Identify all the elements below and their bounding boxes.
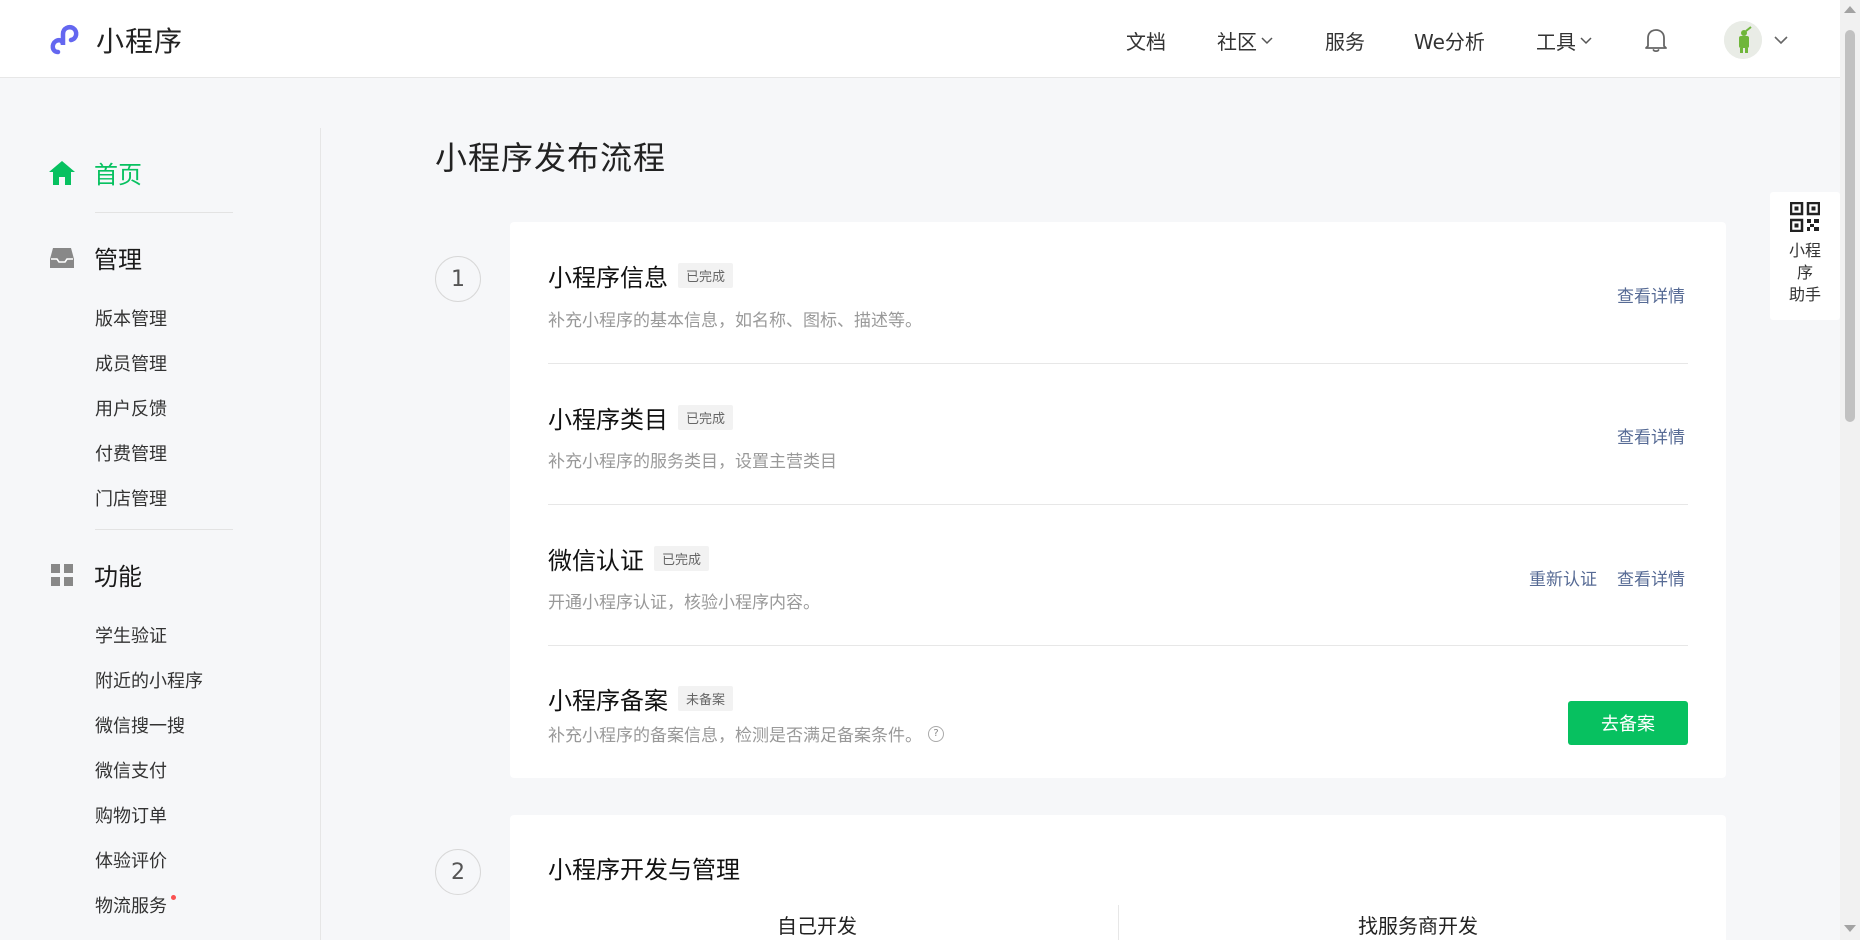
go-filing-button[interactable]: 去备案	[1568, 701, 1688, 745]
top-bar: 小程序 文档 社区 服务 We分析 工具	[0, 0, 1840, 78]
miniprogram-assistant-button[interactable]: 小程 序 助手	[1770, 192, 1840, 320]
home-icon	[48, 159, 76, 187]
avatar-icon	[1724, 21, 1762, 59]
sidebar-divider-h	[95, 212, 233, 213]
miniprogram-logo-icon	[50, 25, 79, 55]
sidebar-item-feedback[interactable]: 用户反馈	[95, 395, 167, 421]
sidebar-item-version[interactable]: 版本管理	[95, 305, 167, 331]
bell-icon	[1645, 29, 1667, 53]
nav-services-label: 服务	[1325, 30, 1365, 54]
step-number: 2	[435, 849, 481, 895]
tab-divider	[1118, 905, 1119, 940]
row-title: 小程序备案 未备案	[548, 681, 734, 716]
scrollbar-thumb[interactable]	[1845, 30, 1855, 422]
row-title-text: 小程序类目	[548, 406, 668, 434]
page-title: 小程序发布流程	[435, 139, 667, 177]
sidebar-item-stores[interactable]: 门店管理	[95, 485, 167, 511]
sidebar-manage[interactable]: 管理	[48, 240, 142, 275]
chevron-down-icon	[1580, 36, 1592, 44]
sidebar-item-orders[interactable]: 购物订单	[95, 802, 167, 828]
step1-card: 小程序信息 已完成 补充小程序的基本信息，如名称、图标、描述等。 查看详情 小程…	[510, 222, 1726, 778]
nav-docs-label: 文档	[1126, 30, 1166, 54]
avatar[interactable]	[1724, 21, 1762, 59]
process-row: 小程序备案 未备案 补充小程序的备案信息，检测是否满足备案条件。 ? 去备案	[548, 645, 1688, 778]
sidebar-item-wechat-search[interactable]: 微信搜一搜	[95, 712, 185, 738]
process-row: 微信认证 已完成 开通小程序认证，核验小程序内容。 重新认证 查看详情	[548, 504, 1688, 646]
sidebar-item-wechat-pay[interactable]: 微信支付	[95, 757, 167, 783]
scroll-up-arrow[interactable]	[1844, 6, 1856, 13]
re-certify-link[interactable]: 重新认证	[1529, 565, 1597, 590]
sidebar-divider	[320, 128, 321, 940]
help-icon[interactable]: ?	[928, 725, 944, 742]
sidebar-item-reviews[interactable]: 体验评价	[95, 847, 167, 873]
view-details-link[interactable]: 查看详情	[1617, 423, 1685, 448]
step-number: 1	[435, 256, 481, 302]
sidebar-home[interactable]: 首页	[48, 155, 142, 190]
view-details-link[interactable]: 查看详情	[1617, 565, 1685, 590]
row-description-text: 补充小程序的备案信息，检测是否满足备案条件。	[548, 726, 922, 746]
sidebar-item-logistics[interactable]: 物流服务	[95, 892, 176, 918]
sidebar-home-label: 首页	[94, 161, 142, 189]
sidebar-features[interactable]: 功能	[48, 557, 142, 592]
grid-icon	[48, 561, 76, 589]
step2-title: 小程序开发与管理	[548, 856, 740, 884]
row-title-text: 微信认证	[548, 547, 644, 575]
nav-tools[interactable]: 工具	[1536, 26, 1592, 55]
new-dot-badge	[171, 895, 176, 900]
row-description: 补充小程序的服务类目，设置主营类目	[548, 452, 837, 472]
logo[interactable]: 小程序	[48, 20, 183, 60]
account-menu-toggle[interactable]	[1774, 30, 1788, 49]
assistant-label-line: 小程	[1788, 241, 1821, 260]
process-row: 小程序信息 已完成 补充小程序的基本信息，如名称、图标、描述等。 查看详情	[548, 222, 1688, 364]
process-row: 小程序类目 已完成 补充小程序的服务类目，设置主营类目 查看详情	[548, 363, 1688, 505]
sidebar-manage-label: 管理	[94, 246, 142, 274]
status-badge: 未备案	[678, 686, 734, 711]
scroll-down-arrow[interactable]	[1844, 925, 1856, 932]
nav-community[interactable]: 社区	[1217, 26, 1273, 55]
row-title: 小程序类目 已完成	[548, 400, 734, 435]
assistant-label-line: 助手	[1788, 285, 1821, 304]
sidebar-features-label: 功能	[94, 563, 142, 591]
row-description: 开通小程序认证，核验小程序内容。	[548, 593, 820, 613]
chevron-down-icon	[1261, 36, 1273, 44]
tab-find-provider[interactable]: 找服务商开发	[1358, 910, 1478, 939]
chevron-down-icon	[1774, 36, 1788, 45]
sidebar-item-payment[interactable]: 付费管理	[95, 440, 167, 466]
sidebar-divider-h	[95, 529, 233, 530]
nav-we-analytics-label: We分析	[1414, 30, 1485, 54]
status-badge: 已完成	[654, 546, 710, 571]
sidebar-item-student-verify[interactable]: 学生验证	[95, 622, 167, 648]
nav-community-label: 社区	[1217, 30, 1257, 54]
sidebar-item-nearby[interactable]: 附近的小程序	[95, 667, 203, 693]
assistant-label: 小程 序 助手	[1770, 240, 1840, 306]
row-title-text: 小程序备案	[548, 687, 668, 715]
row-title: 微信认证 已完成	[548, 541, 710, 576]
view-details-link[interactable]: 查看详情	[1617, 282, 1685, 307]
row-title-text: 小程序信息	[548, 264, 668, 292]
row-description: 补充小程序的基本信息，如名称、图标、描述等。	[548, 311, 922, 331]
sidebar-item-logistics-label: 物流服务	[95, 896, 167, 917]
nav-we-analytics[interactable]: We分析	[1414, 26, 1485, 55]
assistant-label-line: 序	[1796, 263, 1813, 282]
inbox-icon	[48, 244, 76, 272]
row-description: 补充小程序的备案信息，检测是否满足备案条件。 ?	[548, 721, 944, 746]
qrcode-icon	[1789, 201, 1821, 233]
row-title: 小程序信息 已完成	[548, 258, 734, 293]
nav-services[interactable]: 服务	[1325, 26, 1365, 55]
nav-tools-label: 工具	[1536, 30, 1576, 54]
nav-docs[interactable]: 文档	[1126, 26, 1166, 55]
notification-button[interactable]	[1644, 27, 1668, 57]
logo-text: 小程序	[96, 25, 184, 58]
status-badge: 已完成	[678, 405, 734, 430]
status-badge: 已完成	[678, 263, 734, 288]
tab-self-develop[interactable]: 自己开发	[777, 910, 857, 939]
sidebar-item-members[interactable]: 成员管理	[95, 350, 167, 376]
